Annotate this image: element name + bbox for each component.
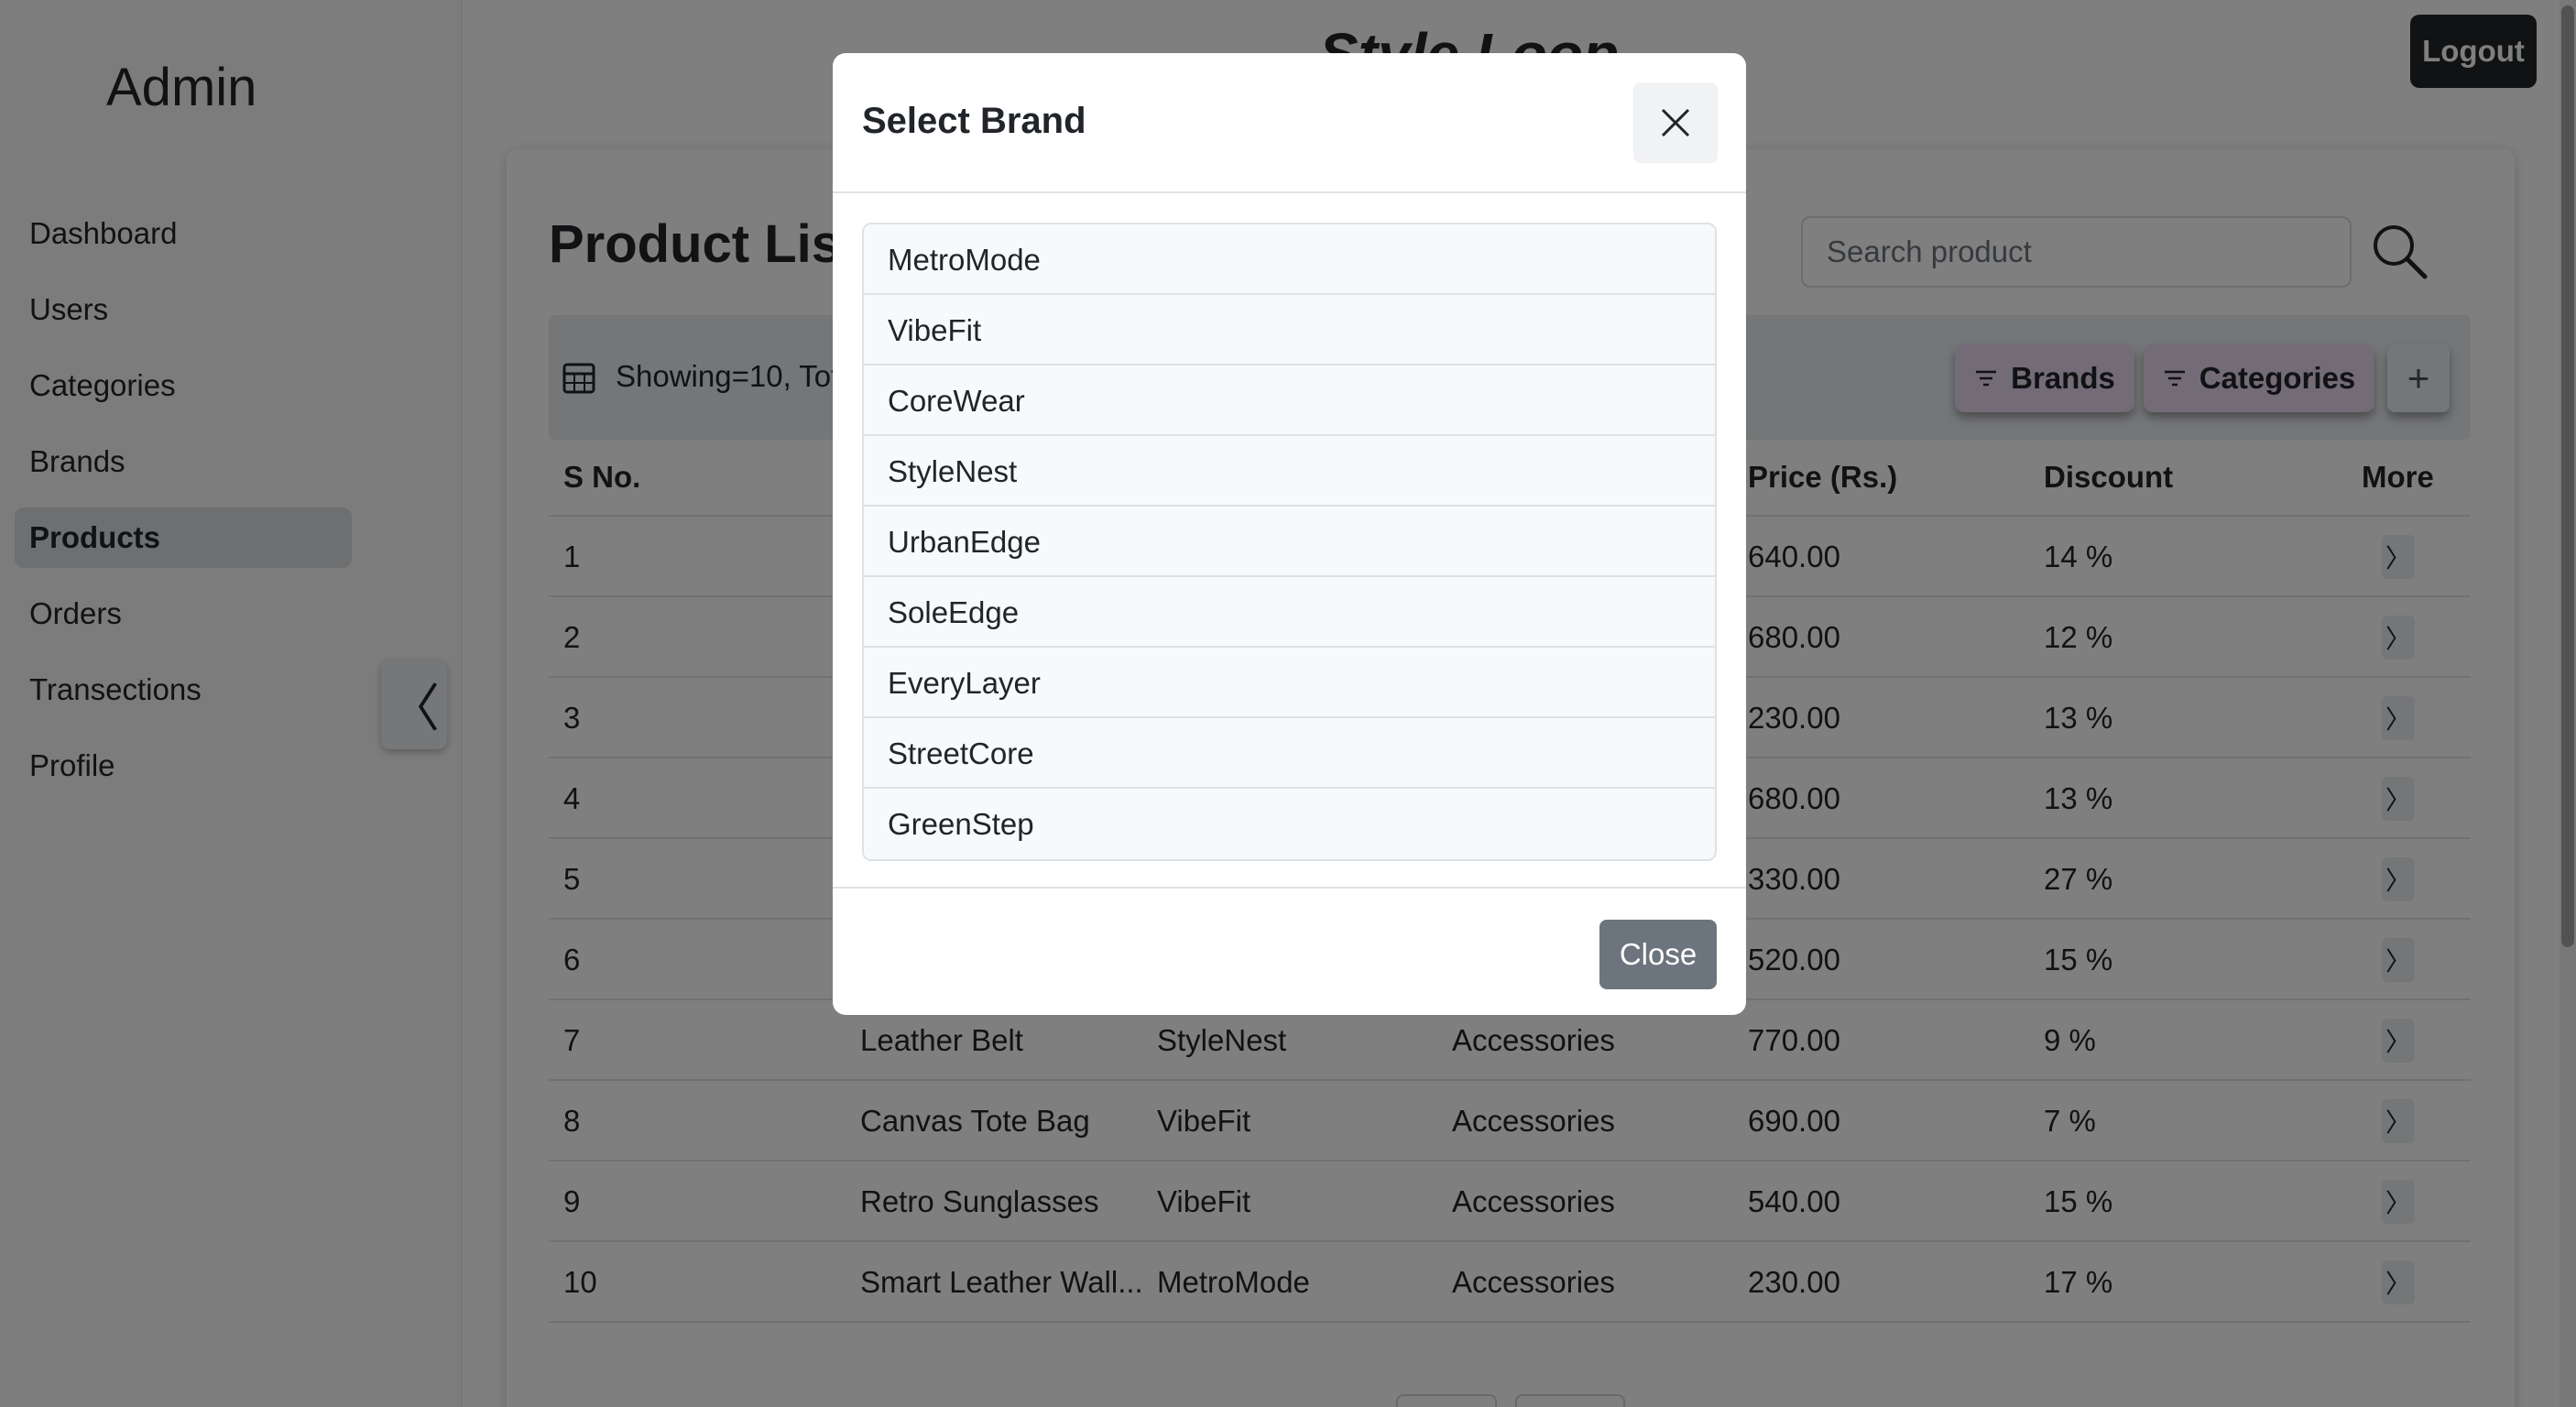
brand-option-metromode[interactable]: MetroMode <box>864 224 1715 295</box>
brand-option-soleedge[interactable]: SoleEdge <box>864 577 1715 648</box>
modal-title: Select Brand <box>862 101 1086 141</box>
brand-option-stylenest[interactable]: StyleNest <box>864 436 1715 507</box>
brand-option-everylayer[interactable]: EveryLayer <box>864 648 1715 718</box>
modal-header: Select Brand <box>833 53 1746 193</box>
brand-option-vibefit[interactable]: VibeFit <box>864 295 1715 365</box>
brand-option-corewear[interactable]: CoreWear <box>864 365 1715 436</box>
close-icon <box>1661 108 1690 137</box>
brand-option-streetcore[interactable]: StreetCore <box>864 718 1715 789</box>
modal-close-button[interactable]: Close <box>1599 920 1717 989</box>
modal-footer: Close <box>833 887 1746 1015</box>
select-brand-modal: Select Brand MetroMode VibeFit CoreWear … <box>833 53 1746 1015</box>
brand-option-greenstep[interactable]: GreenStep <box>864 789 1715 859</box>
brand-list: MetroMode VibeFit CoreWear StyleNest Urb… <box>862 223 1717 861</box>
brand-option-urbanedge[interactable]: UrbanEdge <box>864 507 1715 577</box>
modal-close-x-button[interactable] <box>1633 82 1718 163</box>
